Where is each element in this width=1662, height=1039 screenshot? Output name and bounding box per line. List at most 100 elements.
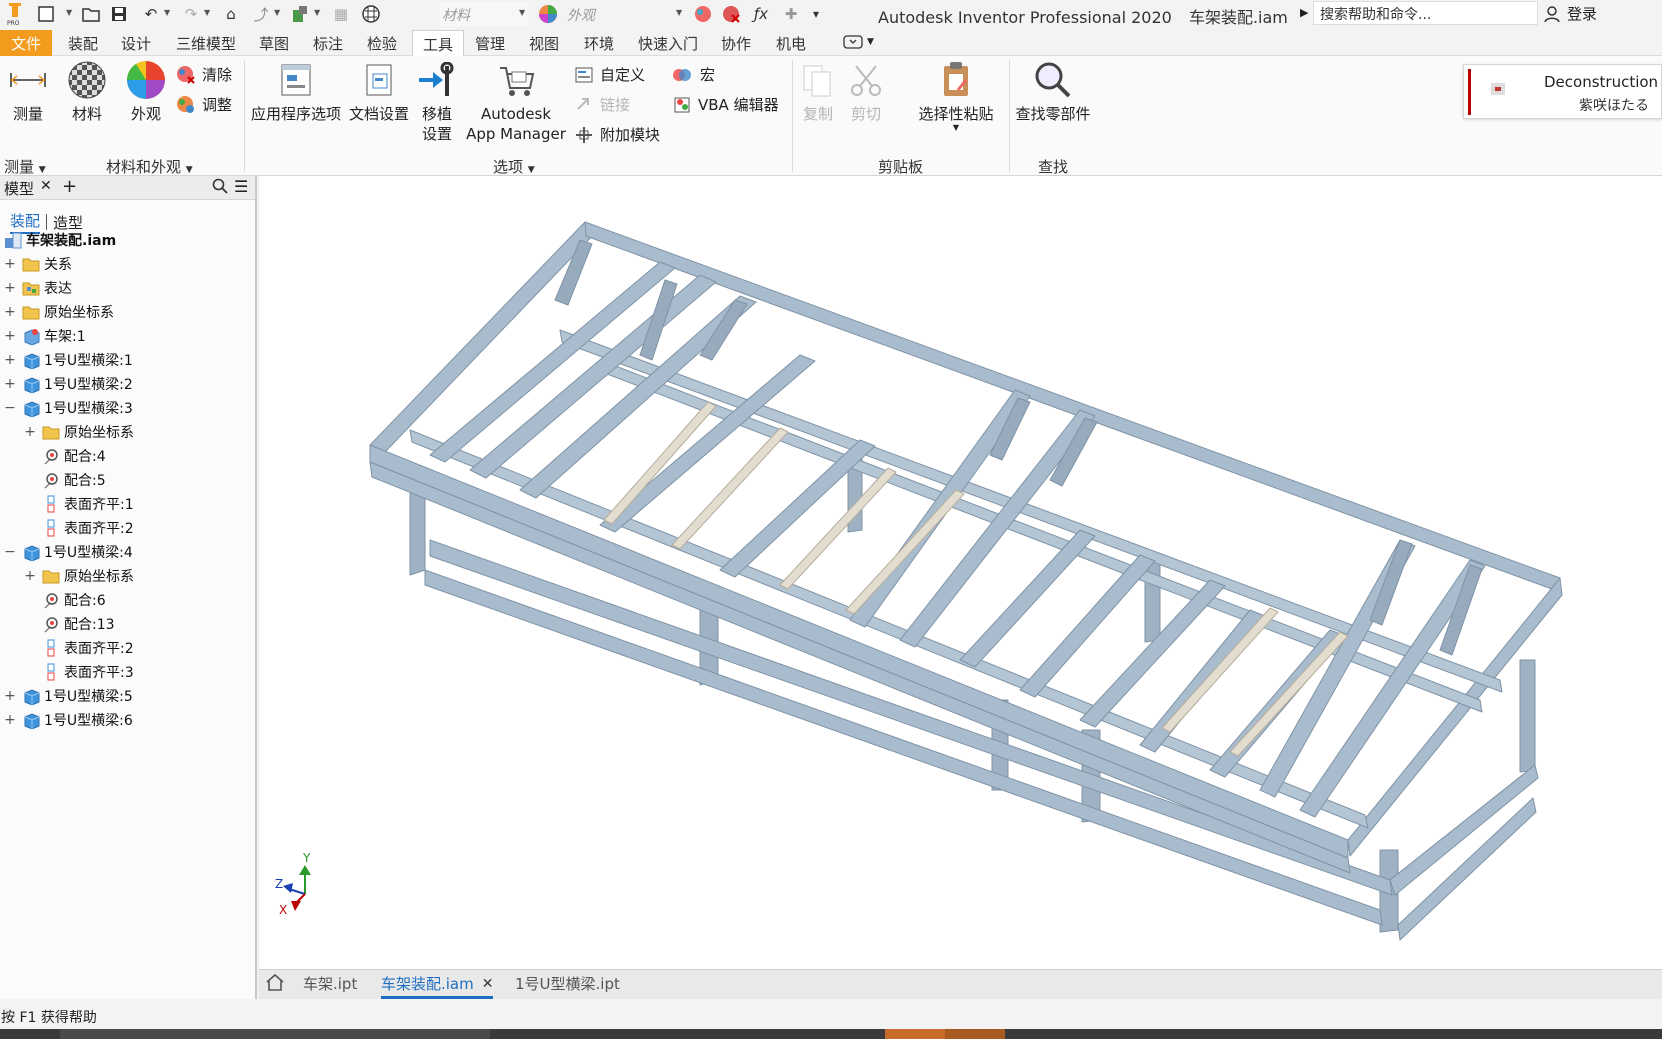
undo-icon[interactable]: ↶ — [140, 3, 162, 25]
doc-tab-beam[interactable]: 1号U型横梁.ipt — [515, 973, 620, 994]
customize-button[interactable]: 自定义 — [574, 64, 645, 85]
expand-icon[interactable]: + — [4, 712, 16, 728]
group-measure[interactable]: 测量 ▼ — [4, 156, 46, 177]
tab-tools[interactable]: 工具 — [412, 30, 465, 57]
home-tab-icon[interactable] — [265, 973, 285, 991]
find-component-button[interactable]: 查找零部件 — [1014, 60, 1092, 124]
return-icon[interactable]: ⤴ — [250, 3, 272, 25]
migrate-settings-button[interactable]: 移植 设置 — [414, 60, 460, 144]
appearance-ball-icon[interactable] — [360, 3, 382, 25]
tree-node-beam-5[interactable]: + 1号U型横梁:5 — [4, 684, 133, 708]
frame-model[interactable] — [259, 176, 1662, 969]
taskbar-item-active[interactable] — [885, 1029, 945, 1039]
tree-node-flush-2b[interactable]: 表面齐平:2 — [42, 636, 134, 660]
return-dropdown-icon[interactable]: ▼ — [274, 8, 280, 17]
addins-button[interactable]: 附加模块 — [574, 124, 660, 145]
tree-node-beam4-origin[interactable]: + 原始坐标系 — [24, 564, 134, 588]
paste-special-button[interactable]: 选择性粘贴 ▼ — [914, 60, 998, 132]
formula-icon[interactable]: ƒx — [750, 3, 772, 25]
tree-node-beam3-origin[interactable]: + 原始坐标系 — [24, 420, 134, 444]
hamburger-menu-icon[interactable]: ☰ — [234, 177, 248, 196]
cut-button[interactable]: 剪切 — [846, 60, 886, 124]
tree-node-beam-1[interactable]: + 1号U型横梁:1 — [4, 348, 133, 372]
link-button[interactable]: 链接 — [574, 94, 630, 115]
help-search-input[interactable]: 搜索帮助和命令... — [1313, 1, 1538, 25]
expand-icon[interactable]: + — [24, 568, 36, 584]
tree-node-mate-13[interactable]: 配合:13 — [42, 612, 115, 636]
tree-node-mate-4[interactable]: 配合:4 — [42, 444, 106, 468]
taskbar-item[interactable] — [60, 1029, 490, 1039]
expand-icon[interactable]: + — [4, 376, 16, 392]
tab-manage[interactable]: 管理 — [475, 32, 505, 54]
new-dropdown-icon[interactable]: ▼ — [66, 8, 72, 17]
tree-node-mate-5[interactable]: 配合:5 — [42, 468, 106, 492]
add-browser-icon[interactable]: + — [62, 176, 77, 197]
collapse-icon[interactable]: − — [4, 544, 16, 560]
appearance-dropdown-icon[interactable]: ▼ — [676, 8, 682, 17]
tree-node-mate-6[interactable]: 配合:6 — [42, 588, 106, 612]
media-notification[interactable]: Deconstruction S 紫咲ほたる — [1463, 64, 1662, 119]
app-manager-button[interactable]: Autodesk App Manager — [462, 60, 570, 144]
tree-node-beam-4[interactable]: − 1号U型横梁:4 — [4, 540, 133, 564]
close-icon[interactable]: ✕ — [40, 178, 52, 194]
tab-sketch[interactable]: 草图 — [259, 32, 289, 54]
taskbar-item[interactable] — [945, 1029, 1005, 1039]
tree-node-flush-2[interactable]: 表面齐平:2 — [42, 516, 134, 540]
tree-node-flush-1[interactable]: 表面齐平:1 — [42, 492, 134, 516]
expand-icon[interactable]: + — [24, 424, 36, 440]
macro-button[interactable]: 宏 — [672, 64, 715, 85]
select-dropdown-icon[interactable]: ▼ — [314, 8, 320, 17]
close-tab-icon[interactable]: ✕ — [482, 976, 494, 992]
group-material[interactable]: 材料和外观 ▼ — [106, 156, 193, 177]
graphics-viewport[interactable]: Y Z X — [259, 176, 1662, 969]
measure-button[interactable]: 测量 — [8, 60, 48, 124]
expand-icon[interactable]: + — [4, 256, 16, 272]
material-select[interactable]: 材料 — [440, 2, 528, 26]
appearance-select[interactable]: 外观 — [565, 2, 653, 26]
tab-file[interactable]: 文件 — [0, 30, 52, 56]
expand-icon[interactable]: + — [4, 352, 16, 368]
tab-collaborate[interactable]: 协作 — [721, 32, 751, 54]
expand-icon[interactable]: + — [4, 304, 16, 320]
ribbon-display-toggle[interactable]: ▼ — [843, 35, 874, 49]
material-dropdown-icon[interactable]: ▼ — [519, 8, 525, 17]
tree-node-representations[interactable]: + 表达 — [4, 276, 72, 300]
tab-environments[interactable]: 环境 — [584, 32, 614, 54]
tab-electromechanical[interactable]: 机电 — [776, 32, 806, 54]
login-button[interactable]: 登录 — [1543, 3, 1597, 24]
save-icon[interactable] — [108, 3, 130, 25]
appearance-button[interactable]: 外观 — [124, 60, 168, 124]
tree-node-relations[interactable]: + 关系 — [4, 252, 72, 276]
adjust-button[interactable]: 调整 — [176, 94, 232, 115]
doc-tab-frame[interactable]: 车架.ipt — [303, 973, 357, 994]
clear-appearance-icon[interactable] — [720, 3, 742, 25]
browser-title[interactable]: 模型 — [4, 178, 34, 199]
tree-node-frame[interactable]: + 车架:1 — [4, 324, 86, 348]
select-mode-icon[interactable] — [290, 3, 312, 25]
material-button[interactable]: 材料 — [65, 60, 109, 124]
search-icon[interactable] — [212, 178, 228, 198]
vba-editor-button[interactable]: VBA 编辑器 — [672, 94, 779, 115]
tab-3d-model[interactable]: 三维模型 — [176, 32, 236, 54]
tab-assemble[interactable]: 装配 — [68, 32, 98, 54]
expand-arrow-icon[interactable]: ▶ — [1300, 6, 1308, 19]
expand-icon[interactable]: + — [4, 688, 16, 704]
doc-tab-assembly[interactable]: 车架装配.iam ✕ — [381, 973, 494, 999]
redo-icon[interactable]: ↷ — [180, 3, 202, 25]
tree-node-beam-3[interactable]: − 1号U型横梁:3 — [4, 396, 133, 420]
clear-button[interactable]: 清除 — [176, 64, 232, 85]
inventor-logo-icon[interactable]: PRO — [4, 3, 26, 26]
doc-settings-button[interactable]: 文档设置 — [348, 60, 410, 124]
add-icon[interactable]: ✚ — [780, 3, 802, 25]
tab-annotate[interactable]: 标注 — [313, 32, 343, 54]
collapse-icon[interactable]: − — [4, 400, 16, 416]
tab-inspect[interactable]: 检验 — [367, 32, 397, 54]
tree-root[interactable]: 车架装配.iam — [4, 228, 116, 252]
tab-design[interactable]: 设计 — [121, 32, 151, 54]
tree-node-origin[interactable]: + 原始坐标系 — [4, 300, 114, 324]
customize-qa-icon[interactable]: ▾ — [805, 3, 827, 25]
new-file-icon[interactable] — [36, 3, 58, 25]
copy-button[interactable]: 复制 — [798, 60, 838, 124]
expand-icon[interactable]: + — [4, 280, 16, 296]
tab-view[interactable]: 视图 — [529, 32, 559, 54]
